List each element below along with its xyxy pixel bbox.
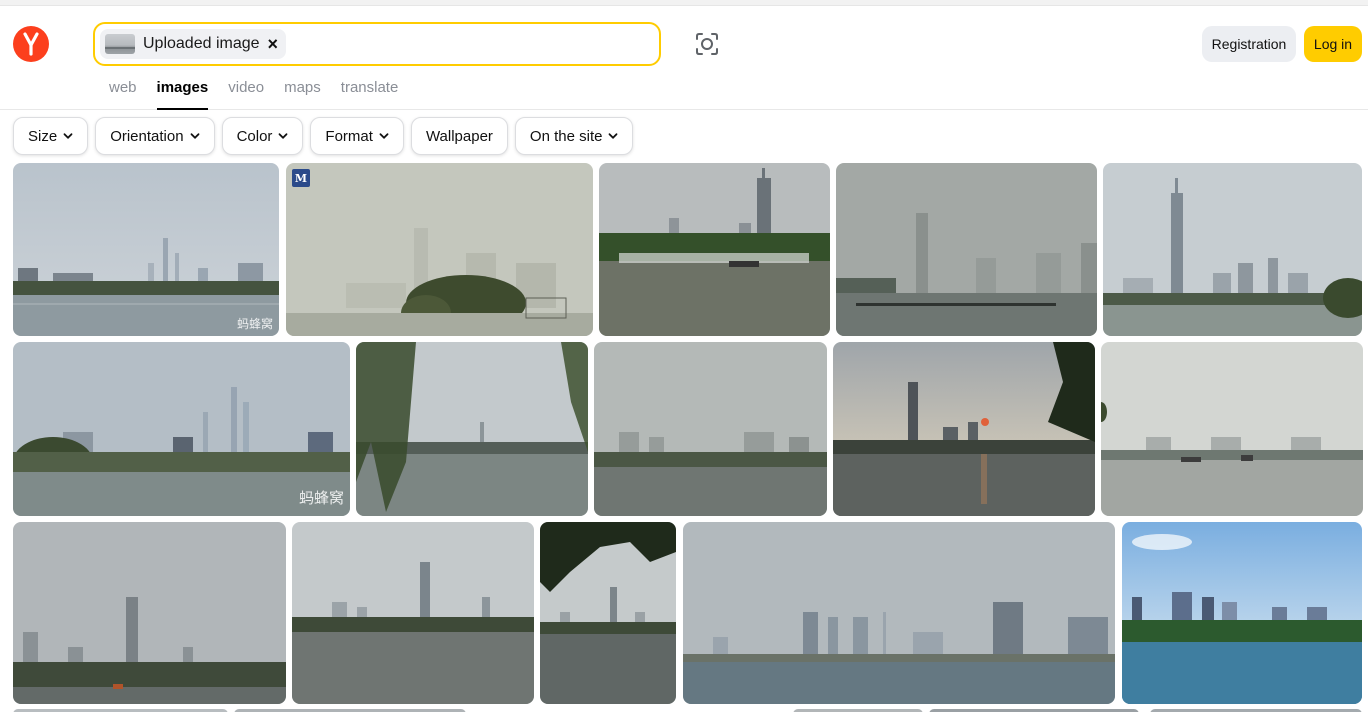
result-image[interactable] bbox=[683, 522, 1115, 704]
search-tabs: web images video maps translate bbox=[109, 80, 398, 110]
registration-button[interactable]: Registration bbox=[1202, 26, 1296, 62]
filter-format-label: Format bbox=[325, 127, 373, 145]
filter-format[interactable]: Format bbox=[310, 117, 404, 155]
result-image[interactable]: M bbox=[286, 163, 593, 336]
filter-wallpaper-label: Wallpaper bbox=[425, 127, 493, 145]
tab-web[interactable]: web bbox=[109, 80, 137, 110]
yandex-logo[interactable] bbox=[13, 26, 49, 62]
chevron-down-icon bbox=[609, 133, 618, 139]
result-image[interactable] bbox=[292, 522, 534, 704]
chevron-down-icon bbox=[279, 133, 288, 139]
chevron-down-icon bbox=[379, 133, 389, 139]
filter-on-the-site-label: On the site bbox=[529, 127, 603, 145]
login-button[interactable]: Log in bbox=[1304, 26, 1362, 62]
result-image[interactable] bbox=[1101, 342, 1363, 516]
result-image[interactable]: 蚂蜂窝 bbox=[13, 163, 279, 336]
filter-on-the-site[interactable]: On the site bbox=[514, 117, 634, 155]
result-image[interactable] bbox=[599, 163, 830, 336]
filter-wallpaper[interactable]: Wallpaper bbox=[410, 117, 508, 155]
close-icon[interactable]: × bbox=[268, 35, 279, 53]
filter-orientation[interactable]: Orientation bbox=[95, 117, 215, 155]
logo-y-icon bbox=[23, 32, 39, 56]
tab-translate[interactable]: translate bbox=[341, 80, 399, 110]
result-image[interactable] bbox=[594, 342, 827, 516]
result-image[interactable] bbox=[13, 522, 286, 704]
header: Uploaded image × Registration Log in web… bbox=[0, 6, 1368, 110]
camera-search-icon[interactable] bbox=[694, 31, 720, 57]
uploaded-image-thumbnail bbox=[105, 34, 135, 54]
chevron-down-icon bbox=[190, 133, 199, 139]
filter-color-label: Color bbox=[236, 127, 273, 145]
watermark-text: 蚂蜂窝 bbox=[236, 317, 273, 331]
result-image[interactable] bbox=[1103, 163, 1362, 336]
uploaded-image-label: Uploaded image bbox=[143, 35, 260, 52]
filter-size[interactable]: Size bbox=[13, 117, 89, 155]
filter-color[interactable]: Color bbox=[221, 117, 304, 155]
tab-maps[interactable]: maps bbox=[284, 80, 321, 110]
result-image[interactable] bbox=[356, 342, 588, 516]
result-image[interactable] bbox=[540, 522, 676, 704]
result-image[interactable] bbox=[836, 163, 1097, 336]
site-badge-icon: M bbox=[292, 169, 310, 187]
filter-size-label: Size bbox=[28, 127, 58, 145]
tab-video[interactable]: video bbox=[228, 80, 264, 110]
filter-orientation-label: Orientation bbox=[110, 127, 184, 145]
result-image[interactable] bbox=[1122, 522, 1362, 704]
filter-bar: Size Orientation Color Format Wallpaper … bbox=[13, 117, 634, 155]
tab-images[interactable]: images bbox=[156, 80, 208, 110]
watermark-text: 蚂蜂窝 bbox=[298, 489, 344, 507]
chevron-down-icon bbox=[63, 133, 73, 139]
result-image[interactable] bbox=[833, 342, 1095, 516]
search-box[interactable]: Uploaded image × bbox=[93, 22, 661, 66]
result-image[interactable]: 蚂蜂窝 bbox=[13, 342, 350, 516]
uploaded-image-chip[interactable]: Uploaded image × bbox=[100, 29, 287, 59]
